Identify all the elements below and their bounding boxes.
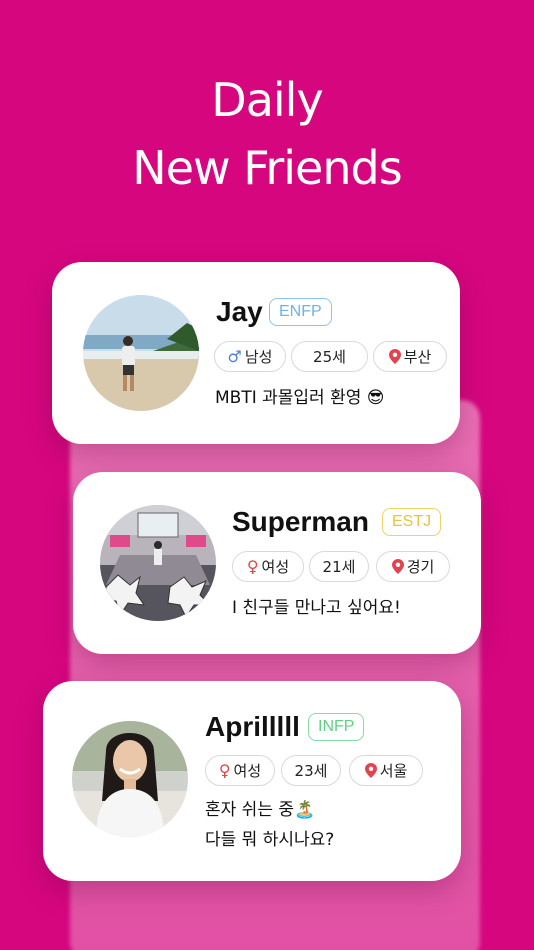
age-chip: 23세 bbox=[281, 755, 341, 786]
bio-line-1: 혼자 쉬는 중🏝️ bbox=[205, 800, 316, 820]
gender-chip: ♀ 여성 bbox=[205, 755, 275, 786]
profile-name: Aprilllll bbox=[205, 711, 300, 742]
headline-line-1: Daily bbox=[211, 73, 323, 127]
gender-label: 여성 bbox=[233, 761, 262, 780]
profile-bio: MBTI 과몰입러 환영 😎 bbox=[215, 383, 385, 413]
avatar bbox=[83, 295, 199, 411]
male-icon: ♂ bbox=[227, 346, 242, 366]
mbti-badge: ENFP bbox=[269, 298, 332, 326]
profile-name: Jay bbox=[216, 296, 263, 327]
portrait-photo bbox=[72, 721, 188, 837]
mbti-badge: INFP bbox=[308, 713, 365, 741]
female-icon: ♀ bbox=[218, 760, 231, 780]
location-label: 경기 bbox=[406, 557, 435, 576]
gender-label: 여성 bbox=[261, 557, 290, 576]
location-chip: 부산 bbox=[373, 341, 447, 372]
location-pin-icon bbox=[391, 559, 404, 574]
profile-card-superman[interactable]: Superman ESTJ ♀ 여성 21세 경기 I 친구들 만나고 싶어요! bbox=[73, 472, 481, 654]
location-chip: 경기 bbox=[376, 551, 450, 582]
location-pin-icon bbox=[364, 763, 377, 778]
profile-card-aprilllll[interactable]: Aprilllll INFP ♀ 여성 23세 서울 혼자 쉬는 중🏝️ 다들 … bbox=[43, 681, 461, 881]
gender-label: 남성 bbox=[244, 347, 273, 366]
beach-photo bbox=[83, 295, 199, 411]
cartoon-room-photo bbox=[100, 505, 216, 621]
age-label: 25세 bbox=[313, 347, 346, 366]
bio-line-2: 다들 뭐 하시나요? bbox=[205, 830, 335, 850]
profile-name: Superman bbox=[232, 506, 369, 537]
location-label: 부산 bbox=[403, 347, 432, 366]
gender-chip: ♂ 남성 bbox=[214, 341, 286, 372]
profile-card-jay[interactable]: Jay ENFP ♂ 남성 25세 부산 MBTI 과몰입러 환영 😎 bbox=[52, 262, 460, 444]
headline-line-2: New Friends bbox=[132, 141, 402, 195]
profile-bio: 혼자 쉬는 중🏝️ 다들 뭐 하시나요? bbox=[205, 795, 334, 855]
location-chip: 서울 bbox=[349, 755, 423, 786]
mbti-badge: ESTJ bbox=[382, 508, 442, 536]
female-icon: ♀ bbox=[246, 556, 259, 576]
avatar bbox=[72, 721, 188, 837]
age-chip: 21세 bbox=[309, 551, 369, 582]
gender-chip: ♀ 여성 bbox=[232, 551, 304, 582]
bio-line-1: MBTI 과몰입러 환영 😎 bbox=[215, 388, 385, 408]
age-label: 21세 bbox=[322, 557, 356, 576]
avatar bbox=[100, 505, 216, 621]
profile-bio: I 친구들 만나고 싶어요! bbox=[232, 593, 401, 623]
bio-line-1: I 친구들 만나고 싶어요! bbox=[232, 598, 401, 618]
age-chip: 25세 bbox=[291, 341, 368, 372]
location-label: 서울 bbox=[379, 761, 408, 780]
age-label: 23세 bbox=[294, 761, 328, 780]
location-pin-icon bbox=[388, 349, 401, 364]
headline: Daily New Friends bbox=[0, 66, 534, 202]
